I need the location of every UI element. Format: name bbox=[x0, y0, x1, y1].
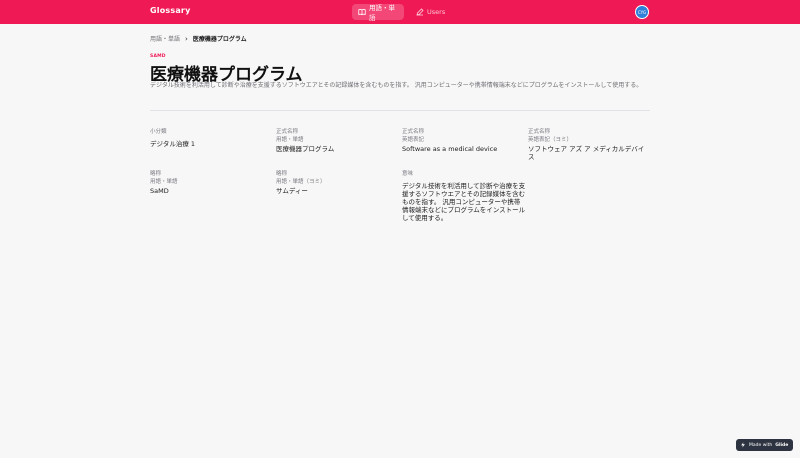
pen-icon bbox=[416, 8, 424, 16]
field-abbreviation: 略称 用語・単語 SaMD bbox=[150, 171, 270, 195]
term-overline: SAMD bbox=[150, 54, 166, 59]
field-label: 正式名称 bbox=[276, 129, 299, 135]
field-value: ソフトウェア アズ ア メディカルデバイス bbox=[528, 145, 645, 161]
field-value: デジタル治療 1 bbox=[150, 139, 196, 148]
field-label: 正式名称 bbox=[528, 129, 551, 135]
field-sublabel: 英語表記 bbox=[402, 136, 425, 143]
field-value: デジタル技術を利活用して診断や治療を支援するソフトウエアとその記録媒体を含むもの… bbox=[402, 181, 526, 222]
avatar-initials: CYG bbox=[637, 9, 647, 15]
badge-brand: Glide bbox=[775, 442, 789, 448]
page-description: デジタル技術を利活用して診断や治療を支援するソフトウエアとその記録媒体を含むもの… bbox=[150, 82, 643, 89]
field-value: Software as a medical device bbox=[402, 145, 498, 153]
top-app-bar: Glossary 用語・単語 Users CYG bbox=[0, 0, 800, 24]
field-label: 略称 bbox=[150, 171, 162, 177]
divider bbox=[150, 110, 650, 111]
book-icon bbox=[358, 9, 366, 16]
breadcrumb-separator-icon: › bbox=[185, 34, 188, 43]
field-sublabel: 用語・単語 bbox=[150, 178, 178, 185]
field-value: 医療機器プログラム bbox=[276, 145, 335, 153]
badge-prefix: Made with bbox=[749, 442, 773, 448]
breadcrumb-parent-link[interactable]: 用語・単語 bbox=[150, 34, 180, 43]
glide-logo-icon bbox=[741, 442, 745, 448]
field-subcategory: 小分類 デジタル治療 1 bbox=[150, 129, 270, 148]
field-value: SaMD bbox=[150, 187, 169, 195]
field-label: 小分類 bbox=[150, 129, 167, 135]
nav-tab-users-label: Users bbox=[427, 8, 446, 16]
field-sublabel: 用語・単語 bbox=[276, 136, 304, 143]
field-label: 略称 bbox=[276, 171, 288, 177]
field-formal-name: 正式名称 用語・単語 医療機器プログラム bbox=[276, 129, 396, 153]
nav-tab-users[interactable]: Users bbox=[410, 4, 450, 20]
breadcrumb: 用語・単語 › 医療機器プログラム bbox=[150, 34, 247, 44]
field-meaning: 意味 デジタル技術を利活用して診断や治療を支援するソフトウエアとその記録媒体を含… bbox=[402, 171, 526, 222]
field-abbreviation-reading: 略称 用語・単語（ヨミ） サムディー bbox=[276, 171, 396, 195]
nav-tab-terms[interactable]: 用語・単語 bbox=[352, 4, 404, 22]
field-sublabel: 英語表記（ヨミ） bbox=[528, 136, 573, 143]
field-label: 意味 bbox=[402, 171, 414, 177]
breadcrumb-current: 医療機器プログラム bbox=[192, 36, 247, 43]
made-with-glide-badge[interactable]: Made with Glide bbox=[736, 439, 793, 451]
field-value: サムディー bbox=[276, 187, 308, 195]
field-formal-name-english-reading: 正式名称 英語表記（ヨミ） ソフトウェア アズ ア メディカルデバイス bbox=[528, 129, 650, 161]
field-sublabel: 用語・単語（ヨミ） bbox=[276, 178, 326, 185]
app-title[interactable]: Glossary bbox=[150, 6, 191, 15]
nav-tab-terms-label: 用語・単語 bbox=[369, 4, 395, 22]
field-formal-name-english: 正式名称 英語表記 Software as a medical device bbox=[402, 129, 522, 153]
field-label: 正式名称 bbox=[402, 129, 425, 135]
user-avatar[interactable]: CYG bbox=[635, 5, 649, 19]
